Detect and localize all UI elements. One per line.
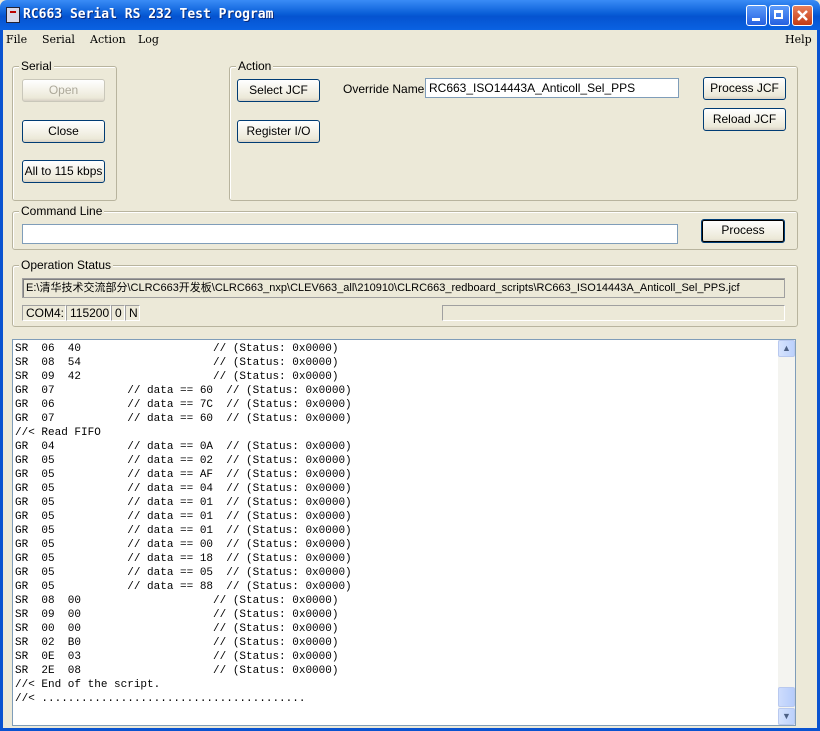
command-line-input[interactable] (22, 224, 678, 244)
baud-rate-cell: 115200 (66, 305, 111, 321)
chevron-down-icon: ▼ (782, 711, 791, 721)
console-line: GR 05 // data == 02 // (Status: 0x0000) (15, 455, 352, 467)
menu-action[interactable]: Action (90, 33, 126, 46)
parity-cell: 0 (111, 305, 125, 321)
window-title: RC663 Serial RS 232 Test Program (23, 7, 274, 22)
operation-status-group-label: Operation Status (19, 258, 114, 272)
console-line: GR 05 // data == 04 // (Status: 0x0000) (15, 483, 352, 495)
console-line: SR 0E 03 // (Status: 0x0000) (15, 651, 339, 663)
scroll-up-button[interactable]: ▲ (778, 340, 795, 357)
maximize-icon (774, 10, 783, 19)
console-line: SR 08 54 // (Status: 0x0000) (15, 357, 339, 369)
minimize-button[interactable] (746, 5, 767, 26)
console-line: //< Read FIFO (15, 427, 101, 439)
maximize-button[interactable] (769, 5, 790, 26)
com-port-cell: COM4: (22, 305, 66, 321)
menu-serial[interactable]: Serial (42, 33, 75, 46)
override-name-input[interactable]: RC663_ISO14443A_Anticoll_Sel_PPS (425, 78, 679, 98)
console-line: //< ....................................… (15, 693, 306, 705)
menu-help[interactable]: Help (785, 33, 812, 46)
app-icon[interactable] (6, 7, 20, 23)
console-line: GR 04 // data == 0A // (Status: 0x0000) (15, 441, 352, 453)
console-line: SR 02 B0 // (Status: 0x0000) (15, 637, 339, 649)
console-line: SR 09 42 // (Status: 0x0000) (15, 371, 339, 383)
console-line: SR 00 00 // (Status: 0x0000) (15, 623, 339, 635)
close-window-button[interactable] (792, 5, 813, 26)
vertical-scrollbar[interactable]: ▲ ▼ (778, 340, 795, 725)
override-name-label: Override Name: (343, 82, 428, 96)
menu-file[interactable]: File (6, 33, 27, 46)
action-group-label: Action (236, 59, 274, 73)
progress-bar (442, 305, 785, 321)
console-log[interactable]: SR 06 40 // (Status: 0x0000) SR 08 54 // … (12, 339, 796, 726)
chevron-up-icon: ▲ (782, 343, 791, 353)
script-path-field: E:\清华技术交流部分\CLRC663开发板\CLRC663_nxp\CLEV6… (22, 278, 785, 298)
process-jcf-button[interactable]: Process JCF (703, 77, 786, 100)
window-frame-left (0, 30, 3, 731)
close-icon (797, 10, 808, 21)
console-line: SR 09 00 // (Status: 0x0000) (15, 609, 339, 621)
scroll-down-button[interactable]: ▼ (778, 708, 795, 725)
console-line: SR 06 40 // (Status: 0x0000) (15, 343, 339, 355)
console-line: GR 05 // data == 18 // (Status: 0x0000) (15, 553, 352, 565)
command-line-group-label: Command Line (19, 204, 105, 218)
serial-group-label: Serial (19, 59, 54, 73)
open-button[interactable]: Open (22, 79, 105, 102)
console-line: GR 05 // data == AF // (Status: 0x0000) (15, 469, 352, 481)
flow-control-cell: N (125, 305, 140, 321)
console-line: GR 07 // data == 60 // (Status: 0x0000) (15, 413, 352, 425)
menu-log[interactable]: Log (138, 33, 159, 46)
console-line: SR 08 00 // (Status: 0x0000) (15, 595, 339, 607)
console-line: GR 05 // data == 05 // (Status: 0x0000) (15, 567, 352, 579)
console-line: SR 2E 08 // (Status: 0x0000) (15, 665, 339, 677)
console-line: GR 07 // data == 60 // (Status: 0x0000) (15, 385, 352, 397)
select-jcf-button[interactable]: Select JCF (237, 79, 320, 102)
process-button[interactable]: Process (701, 219, 785, 243)
console-line: //< End of the script. (15, 679, 161, 691)
console-line: GR 06 // data == 7C // (Status: 0x0000) (15, 399, 352, 411)
reload-jcf-button[interactable]: Reload JCF (703, 108, 786, 131)
register-io-button[interactable]: Register I/O (237, 120, 320, 143)
console-line: GR 05 // data == 00 // (Status: 0x0000) (15, 539, 352, 551)
console-lines: SR 06 40 // (Status: 0x0000) SR 08 54 // … (15, 342, 352, 706)
close-port-button[interactable]: Close (22, 120, 105, 143)
scroll-thumb[interactable] (778, 687, 795, 707)
console-line: GR 05 // data == 01 // (Status: 0x0000) (15, 497, 352, 509)
title-bar[interactable]: RC663 Serial RS 232 Test Program (0, 0, 820, 30)
console-line: GR 05 // data == 88 // (Status: 0x0000) (15, 581, 352, 593)
minimize-icon (752, 18, 760, 21)
all-to-115-kbps-button[interactable]: All to 115 kbps (22, 160, 105, 183)
menu-bar: File Serial Action Log Help (0, 30, 820, 50)
console-line: GR 05 // data == 01 // (Status: 0x0000) (15, 511, 352, 523)
console-line: GR 05 // data == 01 // (Status: 0x0000) (15, 525, 352, 537)
